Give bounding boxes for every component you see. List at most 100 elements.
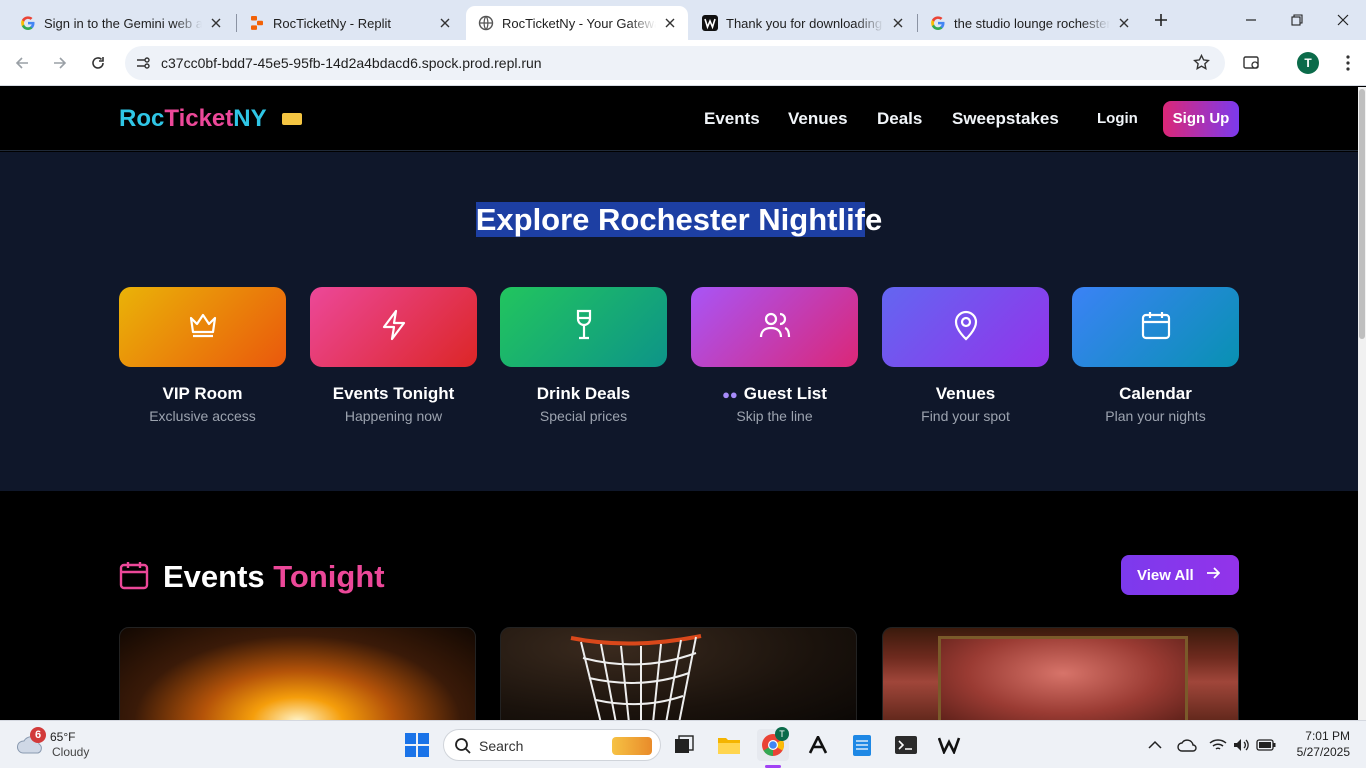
site-header: RocTicketNY Events Venues Deals Sweepsta… [0,87,1358,151]
battery-icon[interactable] [1250,729,1282,761]
onedrive-icon[interactable] [1171,729,1203,761]
site-info-icon[interactable] [135,55,151,76]
calendar-icon [1141,310,1171,345]
nav-deals[interactable]: Deals [877,109,922,129]
omnibox[interactable]: c37cc0bf-bdd7-45e5-95fb-14d2a4bdacd6.spo… [125,46,1225,80]
google-icon [20,15,36,31]
tab-search-icon[interactable] [1240,51,1264,75]
back-button[interactable] [10,51,34,75]
tab-title: RocTicketNy - Replit [273,15,391,31]
basketball-hoop-icon [570,634,702,720]
category-card-drink-deals[interactable] [500,287,667,367]
view-all-button[interactable]: View All [1121,555,1239,595]
nav-events[interactable]: Events [704,109,760,129]
profile-avatar[interactable]: T [1297,52,1319,74]
new-tab-button[interactable] [1149,8,1173,32]
hero-section: Explore Rochester Nightlife VIP Room Exc… [0,152,1358,491]
weather-desc: Cloudy [52,745,90,759]
nav-venues[interactable]: Venues [788,109,848,129]
close-tab-icon[interactable] [662,15,678,31]
scrollbar-thumb[interactable] [1359,89,1365,339]
calendar-icon [119,560,149,595]
minimize-button[interactable] [1239,8,1263,32]
category-label: Events Tonight [332,384,455,403]
search-icon [454,737,472,760]
weather-widget[interactable]: 6 65°F Cloudy [16,727,126,761]
chrome-icon[interactable]: T [757,727,789,768]
forward-button[interactable] [48,51,72,75]
event-image-basketball[interactable] [500,627,857,720]
tab-title: Thank you for downloading V [726,15,884,31]
lightning-icon [380,309,408,346]
login-link[interactable]: Login [1097,110,1138,127]
category-card-venues[interactable] [882,287,1049,367]
w-app-icon[interactable] [934,729,966,761]
close-tab-icon[interactable] [208,15,224,31]
task-view-icon[interactable] [668,729,700,761]
weather-badge: 6 [30,727,46,743]
search-highlight-icon [612,737,652,755]
category-label: Calendar [1119,384,1192,403]
section-heading: Events Tonight [119,557,385,597]
notepad-icon[interactable] [846,729,878,761]
category-sub: Happening now [344,408,443,424]
browser-tab-bar: Sign in to the Gemini web ap RocTicketNy… [0,0,1366,40]
users-icon [759,311,791,344]
app-a-icon[interactable] [802,729,834,761]
section-title: Events Tonight [163,559,385,594]
category-card-calendar[interactable] [1072,287,1239,367]
ticket-icon [282,113,302,125]
category-card-vip[interactable] [119,287,286,367]
nav-sweepstakes[interactable]: Sweepstakes [952,109,1059,129]
site-logo[interactable]: RocTicketNY [119,105,267,133]
start-button[interactable] [401,729,433,761]
category-card-guest-list[interactable] [691,287,858,367]
tab-studio-lounge[interactable]: the studio lounge rochester n [918,6,1142,40]
category-label: ●● Guest List [722,384,827,403]
bookmark-star-icon[interactable] [1193,53,1210,76]
taskbar-search[interactable]: Search [443,729,661,761]
arrow-right-icon [1206,566,1220,584]
search-placeholder: Search [479,738,524,754]
category-card-events-tonight[interactable] [310,287,477,367]
clock-time: 7:01 PM [1305,729,1350,743]
close-tab-icon[interactable] [890,15,906,31]
tab-rocticketny[interactable]: RocTicketNy - Your Gateway t [466,6,688,40]
category-sub: Special prices [539,408,628,424]
event-image-fireworks[interactable] [119,627,476,720]
tab-gemini[interactable]: Sign in to the Gemini web ap [8,6,234,40]
tab-title: the studio lounge rochester n [954,15,1110,31]
weather-temp: 65°F [50,730,76,744]
signup-button[interactable]: Sign Up [1163,101,1239,137]
close-tab-icon[interactable] [437,15,453,31]
file-explorer-icon[interactable] [713,729,745,761]
windows-taskbar: 6 65°F Cloudy Search T 7:01 PM 5/27/2025 [0,720,1366,768]
w-logo-icon [702,15,718,31]
terminal-icon[interactable] [890,729,922,761]
page-scrollbar[interactable] [1358,87,1366,720]
category-label: VIP Room [162,384,243,403]
category-sub: Find your spot [921,408,1010,424]
menu-kebab-icon[interactable] [1336,51,1360,75]
map-pin-icon [953,309,979,346]
tab-download[interactable]: Thank you for downloading V [690,6,916,40]
category-sub: Skip the line [736,408,813,424]
hero-title: Explore Rochester Nightlife [475,202,883,237]
clock-date: 5/27/2025 [1296,745,1350,759]
tab-title: RocTicketNy - Your Gateway t [502,15,656,31]
tab-replit[interactable]: RocTicketNy - Replit [237,6,463,40]
clock[interactable]: 7:01 PM 5/27/2025 [1284,729,1350,759]
category-sub: Exclusive access [149,408,256,424]
restore-button[interactable] [1285,8,1309,32]
web-page: RocTicketNY Events Venues Deals Sweepsta… [0,87,1358,720]
category-sub: Plan your nights [1105,408,1206,424]
close-tab-icon[interactable] [1116,15,1132,31]
event-image-theater[interactable] [882,627,1239,720]
reload-button[interactable] [86,51,110,75]
close-window-button[interactable] [1331,8,1355,32]
category-label: Venues [935,384,996,403]
url-text[interactable]: c37cc0bf-bdd7-45e5-95fb-14d2a4bdacd6.spo… [161,55,542,71]
wine-glass-icon [573,309,595,346]
address-bar-row: c37cc0bf-bdd7-45e5-95fb-14d2a4bdacd6.spo… [0,40,1366,86]
chevron-up-icon[interactable] [1139,729,1171,761]
